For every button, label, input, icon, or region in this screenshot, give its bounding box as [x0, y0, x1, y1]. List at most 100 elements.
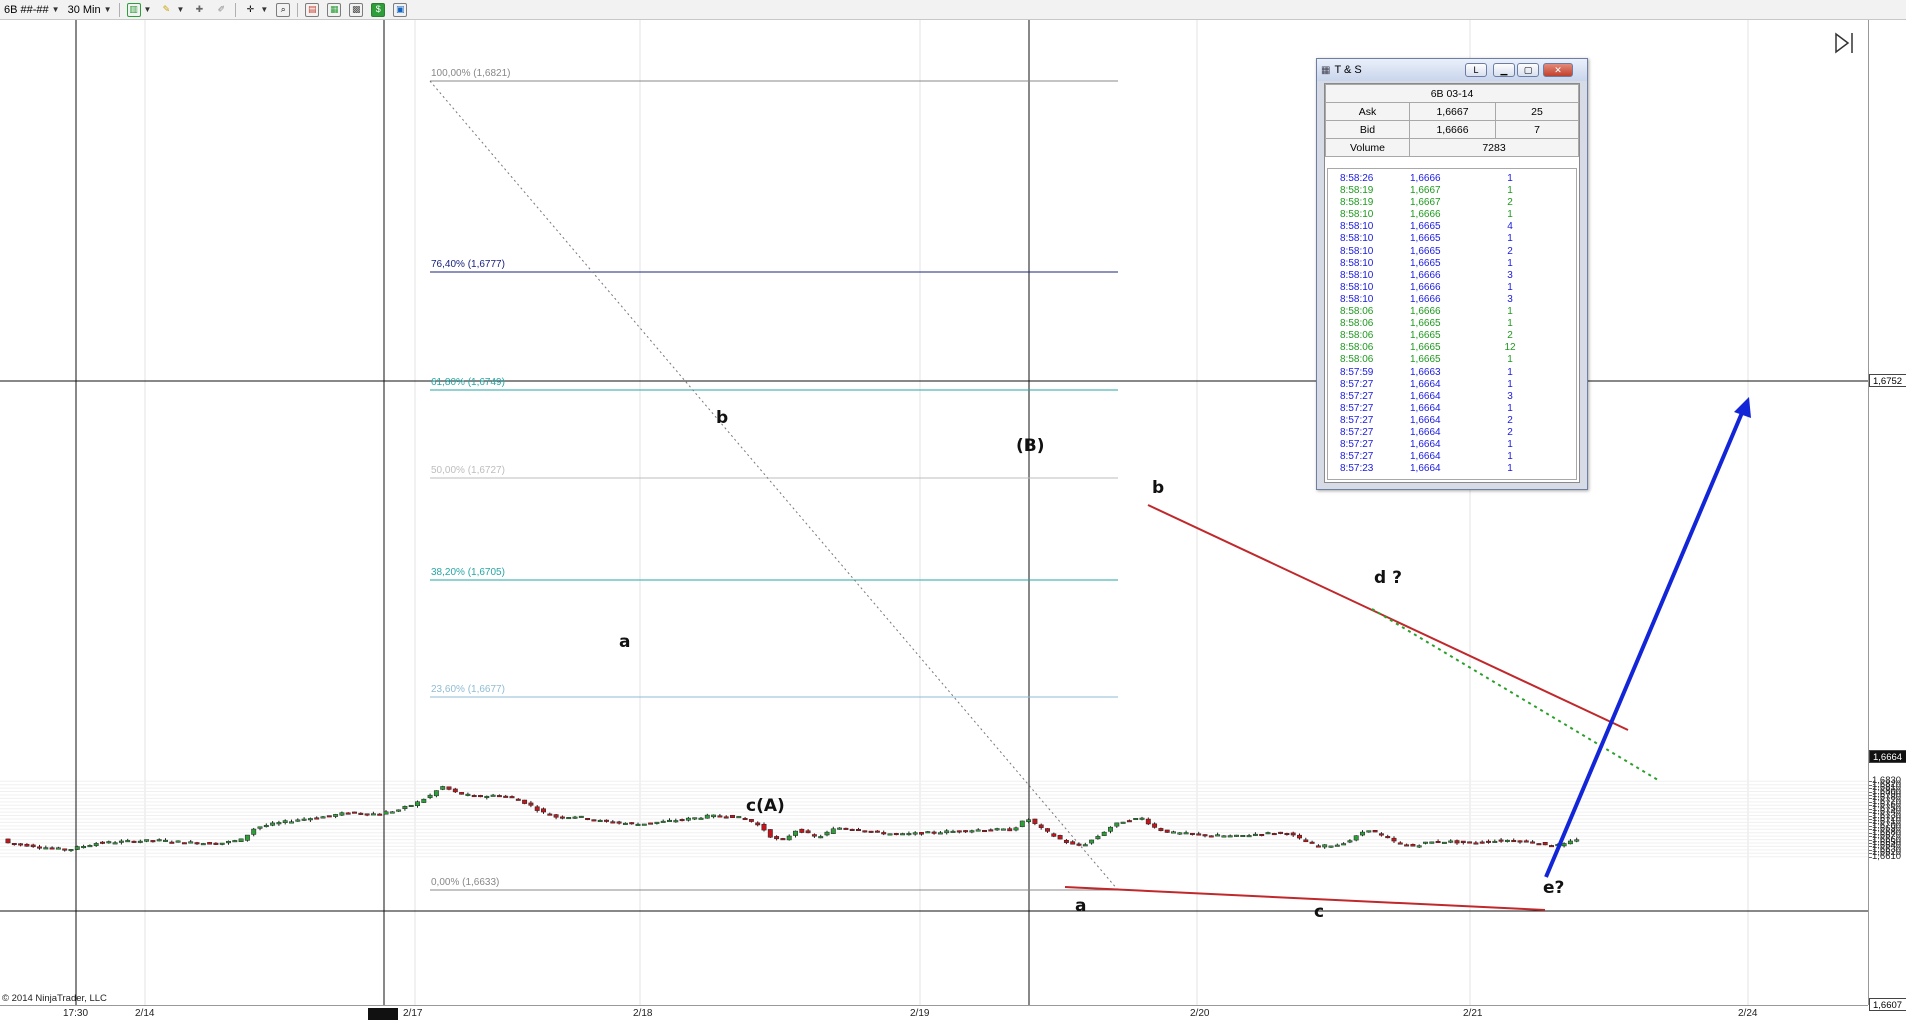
- up-candle: [1322, 844, 1328, 848]
- ts-row: 8:57:27 1,6664 1: [1328, 379, 1576, 391]
- ts-price: 1,6666: [1410, 209, 1441, 221]
- up-candle: [1360, 831, 1365, 836]
- layout-button[interactable]: ▤: [301, 1, 323, 19]
- volume-label: Volume: [1325, 138, 1410, 157]
- down-candle: [503, 795, 509, 798]
- eraser-button[interactable]: ✐: [210, 1, 232, 19]
- down-candle: [1397, 842, 1403, 845]
- ts-time: 8:58:10: [1340, 281, 1374, 293]
- ts-size: 1: [1507, 402, 1513, 414]
- ts-price: 1,6666: [1410, 306, 1441, 318]
- dollar-button[interactable]: $: [367, 1, 389, 19]
- ts-size: 1: [1507, 281, 1513, 293]
- ts-time: 8:57:59: [1340, 366, 1374, 378]
- down-candle: [169, 841, 175, 844]
- ts-size: 2: [1507, 330, 1513, 342]
- template-button[interactable]: ▣: [389, 1, 411, 19]
- down-candle: [1523, 840, 1529, 843]
- chevron-down-icon: ▼: [260, 5, 269, 14]
- up-candle: [81, 846, 87, 849]
- maximize-button[interactable]: ▢: [1517, 63, 1539, 77]
- chevron-down-icon: ▼: [51, 5, 60, 14]
- ts-time: 8:58:10: [1340, 221, 1374, 233]
- up-candle: [484, 795, 490, 798]
- up-candle: [1234, 834, 1239, 837]
- ts-time: 8:58:10: [1340, 293, 1374, 305]
- up-candle: [1328, 845, 1334, 848]
- down-candle: [1284, 832, 1290, 835]
- ts-size: 1: [1507, 257, 1513, 269]
- up-candle: [667, 819, 672, 822]
- insert-button[interactable]: ✚: [188, 1, 210, 19]
- up-candle: [698, 817, 704, 820]
- time-label: 2/17: [403, 1008, 423, 1019]
- down-candle: [1145, 818, 1151, 825]
- up-candle: [1252, 833, 1258, 836]
- minimize-icon: ▁: [1500, 64, 1508, 75]
- down-candle: [1070, 841, 1076, 845]
- down-candle: [604, 819, 609, 822]
- play-icon: [1835, 32, 1850, 54]
- ts-title-bar[interactable]: ▦ T & S L ▁ ▢ ✕: [1317, 59, 1587, 81]
- ts-time: 8:58:10: [1340, 257, 1374, 269]
- bid-size: 7: [1495, 120, 1579, 139]
- down-candle: [5, 838, 11, 844]
- drawing-tool-button[interactable]: ✎ ▼: [155, 1, 188, 19]
- wave-label: d ?: [1374, 568, 1402, 588]
- instrument-selector[interactable]: 6B ##-## ▼: [0, 1, 64, 19]
- up-candle: [975, 829, 981, 832]
- ts-time: 8:57:27: [1340, 439, 1374, 451]
- zoom-button[interactable]: ⌕: [272, 1, 294, 19]
- down-candle: [843, 827, 849, 830]
- ts-size: 1: [1507, 173, 1513, 184]
- ts-time: 8:58:06: [1340, 354, 1374, 366]
- ts-price: 1,6664: [1410, 390, 1441, 402]
- fibonacci-trendline: [429, 80, 1119, 891]
- down-candle: [1051, 833, 1057, 837]
- time-and-sales-window[interactable]: ▦ T & S L ▁ ▢ ✕ 6B 03-14 Ask 1,6667 25 B…: [1316, 58, 1588, 490]
- ask-label: Ask: [1325, 102, 1410, 121]
- ts-size: 2: [1507, 414, 1513, 426]
- down-candle: [1542, 841, 1548, 846]
- down-candle: [963, 830, 969, 833]
- bar-type-button[interactable]: ▥ ▼: [123, 1, 156, 19]
- up-candle: [1177, 832, 1183, 835]
- up-candle: [408, 804, 414, 807]
- ts-trade-list[interactable]: 8:58:26 1,6666 1 8:58:19 1,6667 1 8:58:19 1,666…: [1327, 168, 1577, 480]
- time-axis[interactable]: 17:30 2/14 2/17 2/18 2/19 2/20 2/21 2/24: [0, 1005, 1868, 1021]
- price-axis[interactable]: 1,6830 1,6820 1,6810 1,6800 1,6790 1,6780 1,67…: [1868, 20, 1906, 1011]
- ts-time: 8:58:10: [1340, 269, 1374, 281]
- ts-title: T & S: [1334, 64, 1362, 76]
- interval-selector[interactable]: 30 Min ▼: [64, 1, 116, 19]
- up-candle: [1013, 827, 1019, 831]
- up-candle: [1574, 839, 1580, 842]
- up-candle: [1240, 835, 1246, 838]
- down-candle: [1410, 844, 1416, 847]
- crosshair-button[interactable]: ✛ ▼: [239, 1, 272, 19]
- down-candle: [748, 819, 754, 822]
- up-candle: [1133, 818, 1139, 821]
- ask-price: 1,6667: [1409, 102, 1496, 121]
- close-button[interactable]: ✕: [1543, 63, 1573, 77]
- ts-time: 8:58:06: [1340, 330, 1374, 342]
- down-candle: [679, 819, 685, 822]
- down-candle: [1208, 835, 1214, 838]
- up-candle: [944, 830, 950, 834]
- properties-button[interactable]: ▦: [323, 1, 345, 19]
- time-label: 2/18: [633, 1008, 653, 1019]
- ts-row: 8:57:27 1,6664 1: [1328, 403, 1576, 415]
- up-candle: [270, 822, 276, 826]
- down-candle: [616, 821, 622, 824]
- down-candle: [849, 828, 855, 831]
- up-candle: [1108, 826, 1113, 832]
- link-button[interactable]: L: [1465, 63, 1487, 77]
- minimize-button[interactable]: ▁: [1493, 63, 1515, 77]
- down-candle: [805, 830, 811, 834]
- up-candle: [641, 823, 647, 826]
- ts-time: 8:57:27: [1340, 378, 1374, 390]
- data-box-button[interactable]: ▩: [345, 1, 367, 19]
- fibonacci-label: 50,00% (1,6727): [431, 465, 505, 476]
- time-label: 2/21: [1463, 1008, 1483, 1019]
- close-icon: ✕: [1554, 64, 1562, 75]
- ts-price: 1,6665: [1410, 233, 1441, 245]
